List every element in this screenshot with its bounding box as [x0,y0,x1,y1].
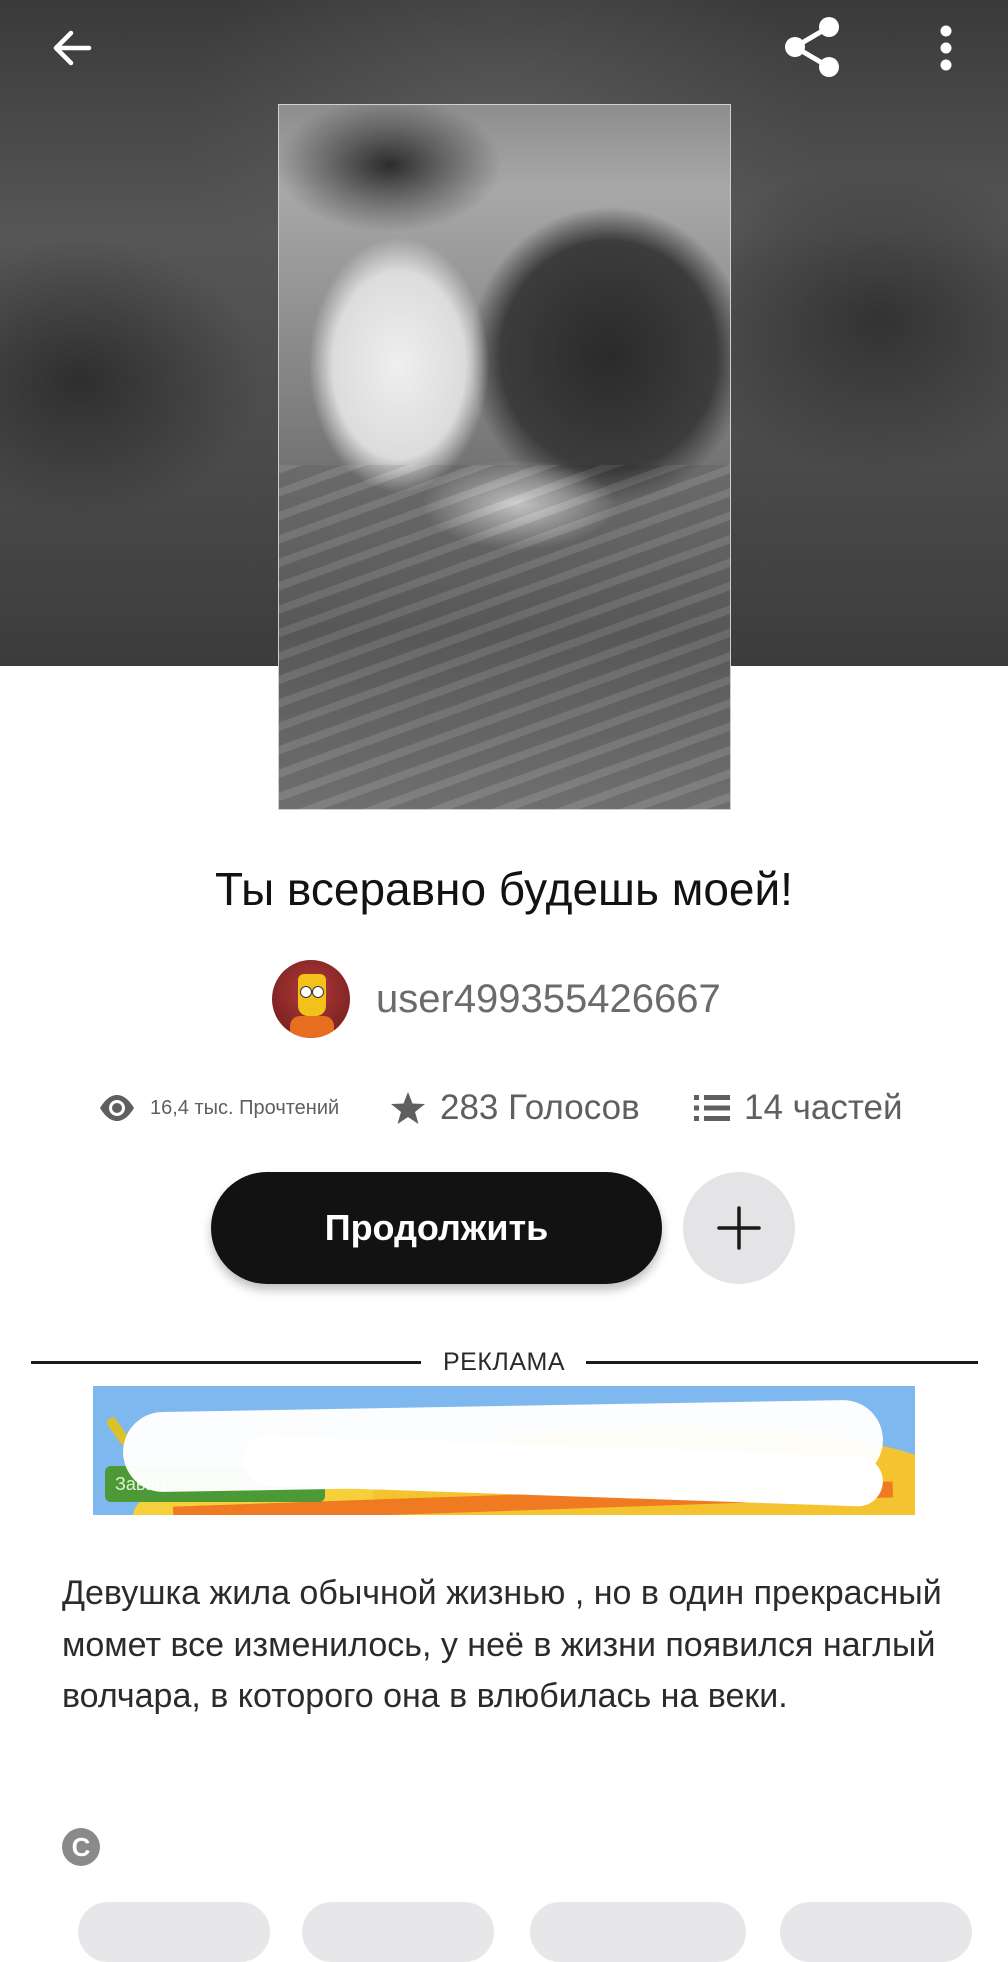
reads-count: 16,4 тыс. Прочтений [150,1096,340,1119]
reads-stat: 16,4 тыс. Прочтений [98,1080,339,1136]
copyright-icon: C [62,1828,100,1866]
tag-chip[interactable] [530,1902,746,1962]
plus-icon [717,1206,761,1250]
story-stats: 16,4 тыс. Прочтений 283 Голосов 14 часте… [0,1080,1008,1136]
ad-banner[interactable]: Заван [93,1386,915,1515]
share-icon [785,17,839,77]
back-button[interactable] [40,22,104,74]
star-icon [390,1091,426,1125]
story-cover-image[interactable] [278,104,731,810]
share-button[interactable] [776,14,848,80]
tag-chip[interactable] [78,1902,270,1962]
votes-stat: 283 Голосов [390,1080,640,1136]
votes-count: 283 Голосов [440,1088,640,1127]
parts-count[interactable]: 14 частей [744,1088,903,1128]
more-vertical-icon [940,25,952,71]
arrow-left-icon [53,30,92,66]
ad-label: РЕКЛАМА [423,1348,585,1376]
author-avatar[interactable] [272,960,350,1038]
author-name[interactable]: user499355426667 [376,977,721,1022]
tag-chip[interactable] [780,1902,972,1962]
more-options-button[interactable] [924,20,968,76]
author-link[interactable]: user499355426667 [272,960,721,1038]
tag-chip[interactable] [302,1902,494,1962]
add-to-library-button[interactable] [683,1172,795,1284]
continue-reading-button[interactable]: Продолжить [211,1172,662,1284]
eye-icon [98,1094,136,1122]
parts-stat[interactable]: 14 частей [694,1080,903,1136]
list-icon [694,1093,730,1123]
story-title: Ты всеравно будешь моей! [215,863,793,915]
story-description: Девушка жила обычной жизнью , но в один … [62,1574,942,1715]
